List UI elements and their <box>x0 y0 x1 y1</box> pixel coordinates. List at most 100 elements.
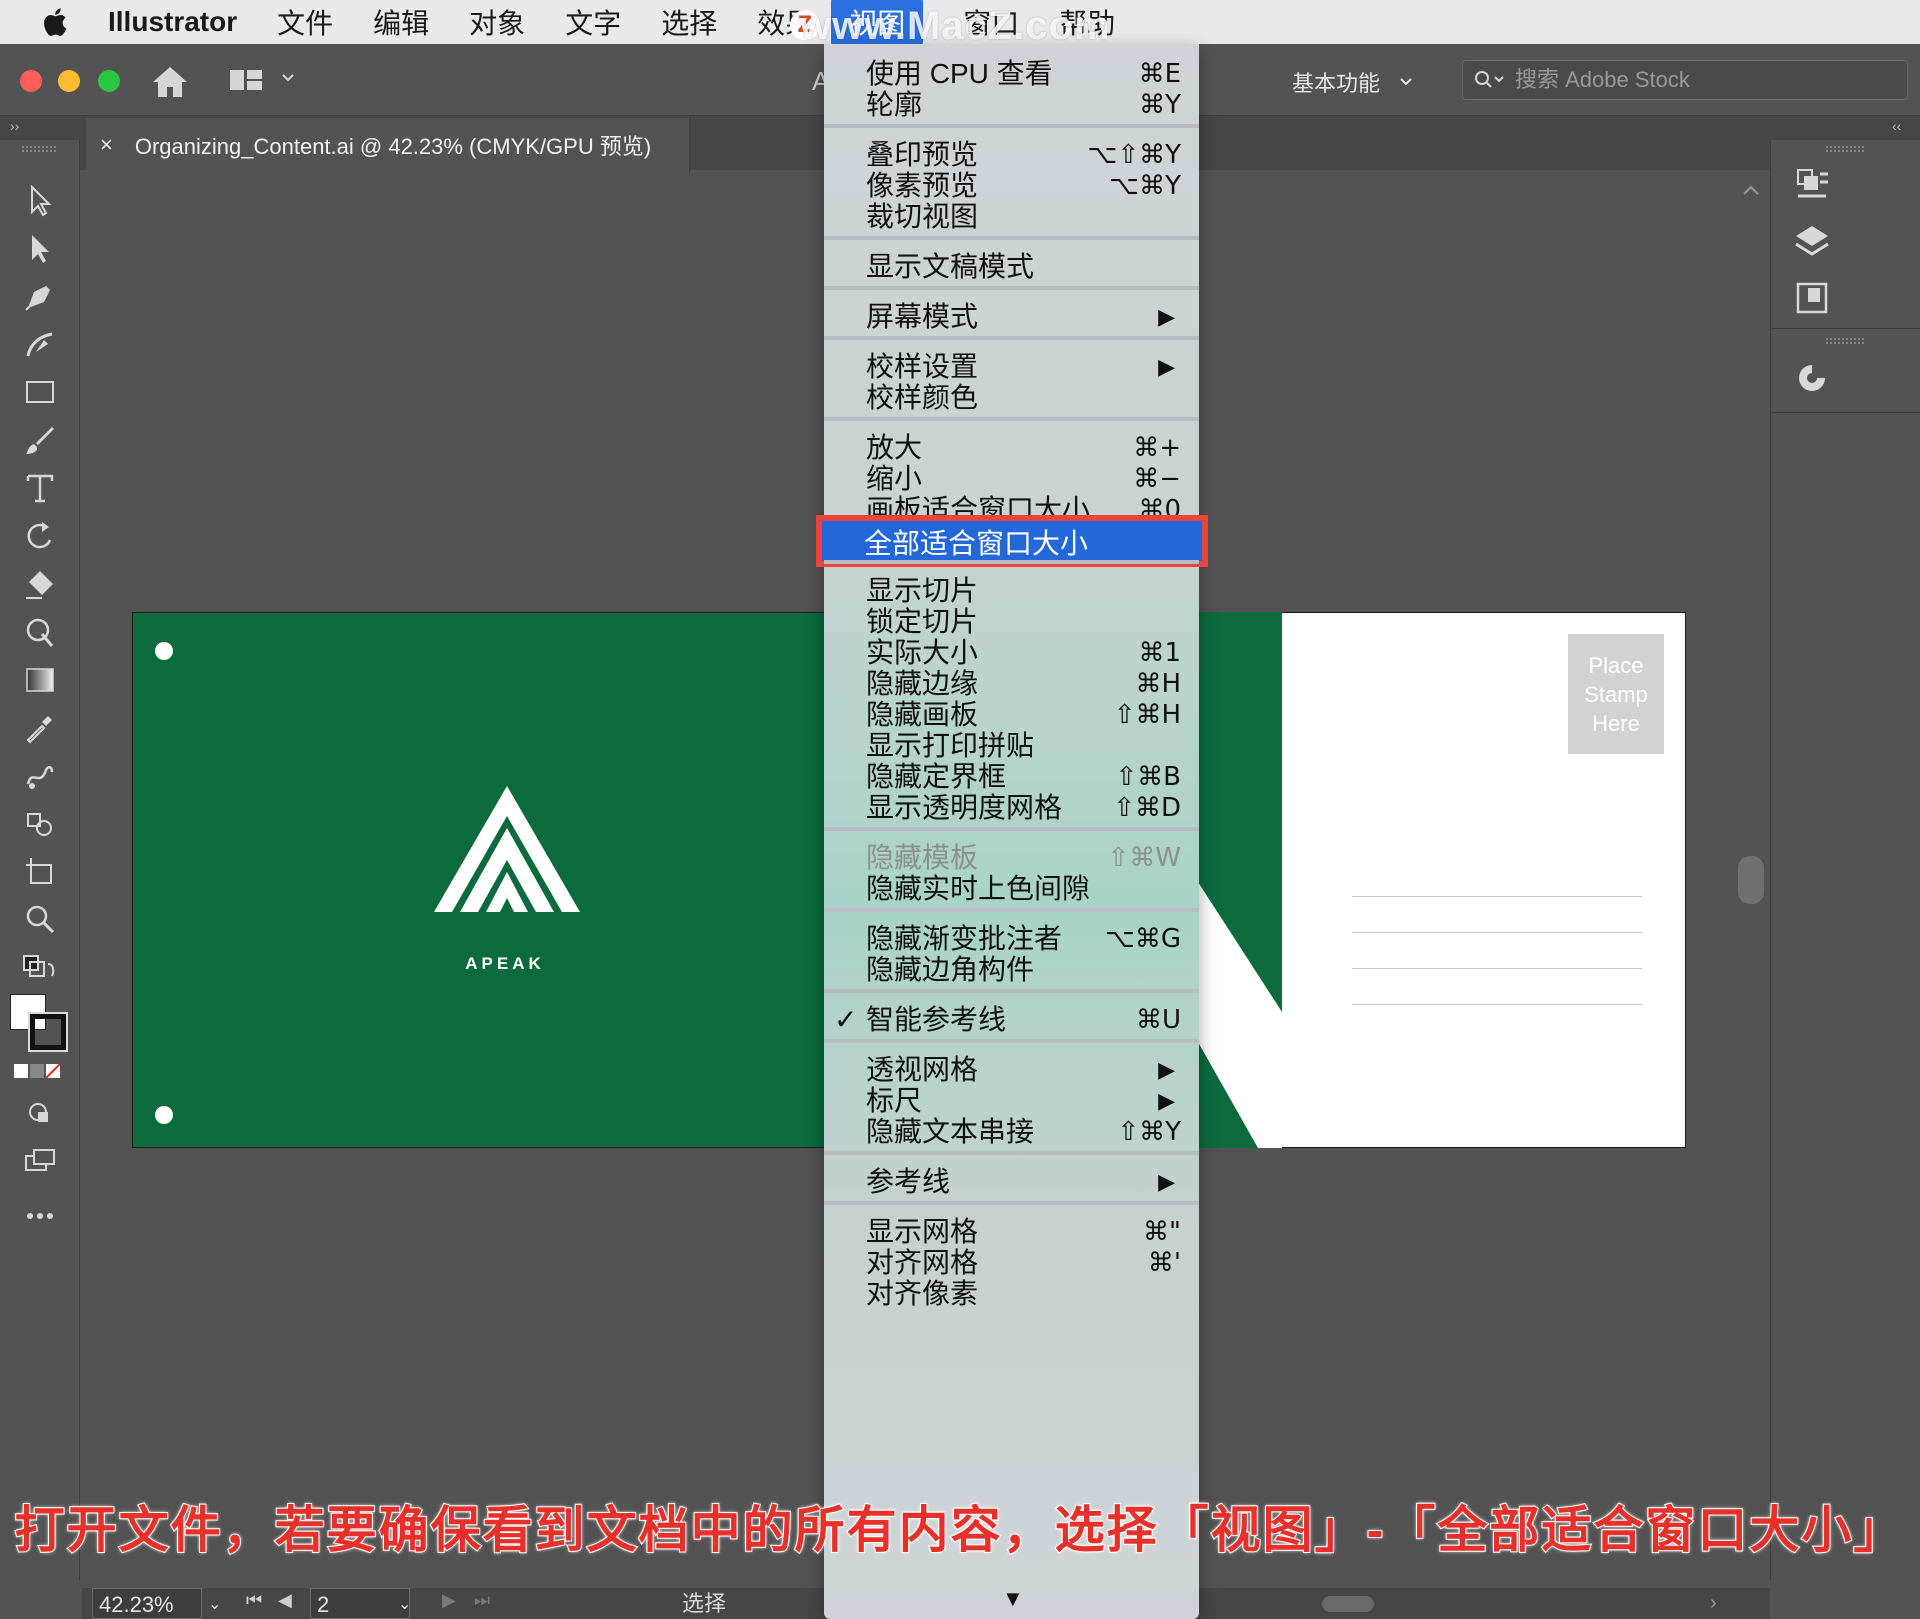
home-icon[interactable] <box>150 64 190 100</box>
last-artboard-icon[interactable]: ⏭ <box>474 1590 490 1611</box>
zoom-window-button[interactable] <box>98 70 120 92</box>
gradient-tool-icon[interactable] <box>22 662 58 698</box>
menu-item[interactable]: 隐藏边角构件 <box>824 952 1199 988</box>
apeak-logo-icon <box>434 786 580 912</box>
workspace-switcher[interactable]: 基本功能 <box>1292 66 1414 98</box>
document-title: Organizing_Content.ai @ 42.23% (CMYK/GPU… <box>134 134 652 159</box>
menu-item-shortcut: ⌘U <box>1135 1005 1181 1035</box>
previous-artboard-icon[interactable]: ◀ <box>278 1590 292 1611</box>
more-tools-icon[interactable] <box>22 1198 58 1234</box>
menu-item-shortcut: ⇧⌘Y <box>1117 1117 1181 1147</box>
menu-item[interactable]: ✓ 智能参考线 ⌘U <box>824 1002 1199 1038</box>
diagonal-stripe <box>1198 612 1282 1148</box>
panel-grip[interactable] <box>22 146 56 152</box>
drawing-mode-icon[interactable] <box>22 1096 58 1132</box>
menu-item-label: 轮廓 <box>866 89 923 120</box>
menu-edit[interactable]: 编辑 <box>373 2 429 42</box>
next-artboard-icon[interactable]: ▶ <box>442 1590 456 1611</box>
screen-mode-icon[interactable] <box>22 1144 58 1180</box>
menu-app-name[interactable]: Illustrator <box>108 6 237 38</box>
dock-separator <box>1772 328 1920 329</box>
rotate-tool-icon[interactable] <box>22 518 58 554</box>
eyedropper-tool-icon[interactable] <box>22 710 58 746</box>
menu-item[interactable]: 屏幕模式 ▶ <box>824 299 1199 335</box>
type-tool-icon[interactable] <box>22 470 58 506</box>
stock-search[interactable] <box>1462 60 1908 100</box>
vertical-scroll-thumb[interactable] <box>1738 856 1764 904</box>
brand-name: APEAK <box>465 954 545 973</box>
menu-file[interactable]: 文件 <box>277 2 333 42</box>
checkmark-icon: ✓ <box>834 1004 858 1035</box>
artboard-tool-icon[interactable] <box>22 854 58 890</box>
menu-item[interactable]: 隐藏实时上色间隙 <box>824 871 1199 907</box>
submenu-arrow-icon: ▶ <box>1158 1169 1175 1194</box>
stamp-line: Stamp <box>1584 681 1648 707</box>
menu-separator <box>824 560 1199 564</box>
address-line <box>1352 968 1642 969</box>
color-mode-icon[interactable] <box>14 1060 61 1096</box>
menu-item[interactable]: 显示透明度网格 ⇧⌘D <box>824 790 1199 826</box>
chevron-right-icon[interactable]: › <box>1710 1588 1717 1619</box>
menu-item[interactable]: 轮廓 ⌘Y <box>824 87 1199 123</box>
close-window-button[interactable] <box>20 70 42 92</box>
watermark: www.MacZ.com <box>800 4 1111 48</box>
chevron-down-icon[interactable]: ⌄ <box>398 1594 411 1614</box>
arrange-documents-icon[interactable] <box>228 66 264 94</box>
chevron-down-icon[interactable]: ⌄ <box>208 1594 221 1614</box>
menu-item[interactable]: 隐藏文本串接 ⇧⌘Y <box>824 1114 1199 1150</box>
close-tab-icon[interactable]: × <box>100 132 113 158</box>
menu-item[interactable]: 参考线 ▶ <box>824 1164 1199 1200</box>
menu-item[interactable]: 显示文稿模式 <box>824 249 1199 285</box>
paintbrush-tool-icon[interactable] <box>22 422 58 458</box>
pen-tool-icon[interactable] <box>22 278 58 314</box>
puppet-warp-tool-icon[interactable] <box>22 614 58 650</box>
artboard-number-field[interactable]: 2 <box>310 1588 410 1619</box>
horizontal-scroll-thumb[interactable] <box>1322 1596 1374 1612</box>
address-line <box>1352 932 1642 933</box>
color-guide-icon[interactable] <box>1790 356 1834 400</box>
direct-selection-tool-icon[interactable] <box>22 230 58 266</box>
layers-panel-icon[interactable] <box>1790 220 1834 264</box>
menu-item[interactable]: 对齐像素 <box>824 1276 1199 1312</box>
blend-tool-icon[interactable] <box>22 758 58 794</box>
properties-panel-icon[interactable] <box>1790 162 1834 206</box>
zoom-level-field[interactable]: 42.23% <box>92 1588 202 1619</box>
apple-menu-icon[interactable] <box>40 6 100 38</box>
menu-item-label: 校样颜色 <box>866 382 979 413</box>
stroke-swatch[interactable] <box>28 1012 68 1052</box>
collapse-right-panel-button[interactable]: ‹‹ <box>1892 118 1901 134</box>
panel-grip[interactable] <box>1826 146 1864 152</box>
menu-item[interactable]: 校样颜色 <box>824 380 1199 416</box>
menu-separator <box>824 336 1199 340</box>
menu-type[interactable]: 文字 <box>565 2 621 42</box>
chevron-down-icon[interactable] <box>280 70 296 86</box>
document-tab[interactable]: × Organizing_Content.ai @ 42.23% (CMYK/G… <box>86 118 690 172</box>
menu-item-label: 隐藏实时上色间隙 <box>866 873 1091 904</box>
libraries-panel-icon[interactable] <box>1790 276 1834 320</box>
menu-separator <box>824 1039 1199 1043</box>
chevron-down-icon <box>1400 78 1412 86</box>
menu-separator <box>824 286 1199 290</box>
eraser-tool-icon[interactable] <box>22 566 58 602</box>
curvature-tool-icon[interactable] <box>22 326 58 362</box>
menu-item-label: 裁切视图 <box>866 201 979 232</box>
menu-scroll-down-icon[interactable]: ▼ <box>1002 1586 1024 1612</box>
symbol-sprayer-tool-icon[interactable] <box>22 806 58 842</box>
minimize-window-button[interactable] <box>58 70 80 92</box>
menu-separator <box>824 908 1199 912</box>
artboard-dot <box>155 642 173 660</box>
menu-item-label: 隐藏文本串接 <box>866 1116 1035 1147</box>
default-fill-stroke-icon[interactable] <box>22 954 58 990</box>
menu-select[interactable]: 选择 <box>661 2 717 42</box>
menu-item-shortcut: ⇧⌘D <box>1113 793 1181 823</box>
menu-object[interactable]: 对象 <box>469 2 525 42</box>
menu-item[interactable]: 裁切视图 <box>824 199 1199 235</box>
panel-grip[interactable] <box>1826 338 1864 344</box>
expand-left-panel-button[interactable]: ›› <box>10 118 19 134</box>
first-artboard-icon[interactable]: ⏮ <box>246 1590 262 1611</box>
menu-item-label: 参考线 <box>866 1166 951 1197</box>
zoom-tool-icon[interactable] <box>22 902 58 938</box>
rectangle-tool-icon[interactable] <box>22 374 58 410</box>
selection-tool-icon[interactable] <box>22 182 58 218</box>
search-input[interactable] <box>1515 67 1875 93</box>
